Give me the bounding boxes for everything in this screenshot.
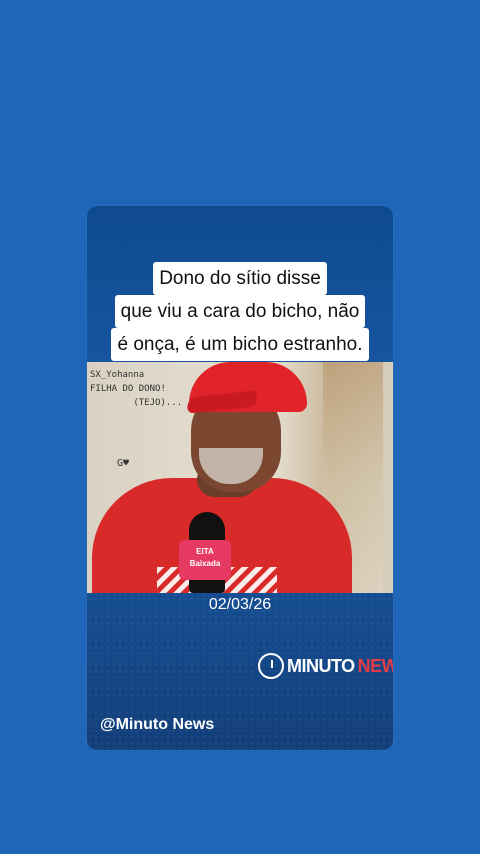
wall-graffiti: SX_Yohanna FILHA DO DONO! (TEJO)...	[90, 370, 183, 408]
caption-line-2: que viu a cara do bicho, não	[114, 295, 366, 328]
channel-handle[interactable]: @Minuto News	[100, 716, 214, 734]
logo-minuto-text: MINUTO	[287, 655, 355, 676]
logo-news-text: NEWS	[357, 655, 393, 676]
stopwatch-icon	[258, 653, 284, 679]
video-caption: Dono do sítio disse que viu a cara do bi…	[87, 262, 393, 361]
mic-flag-logo: EITA Baixada	[179, 540, 231, 580]
video-card[interactable]: Dono do sítio disse que viu a cara do bi…	[87, 206, 393, 750]
interview-photo: SX_Yohanna FILHA DO DONO! (TEJO)... G♥ E…	[87, 362, 393, 593]
minuto-news-logo: MINUTO NEWS	[258, 653, 393, 679]
caption-line-1: Dono do sítio disse	[153, 262, 327, 295]
video-date: 02/03/26	[208, 596, 272, 613]
wall-mark: G♥	[117, 458, 130, 469]
caption-line-3: é onça, é um bicho estranho.	[111, 328, 369, 361]
